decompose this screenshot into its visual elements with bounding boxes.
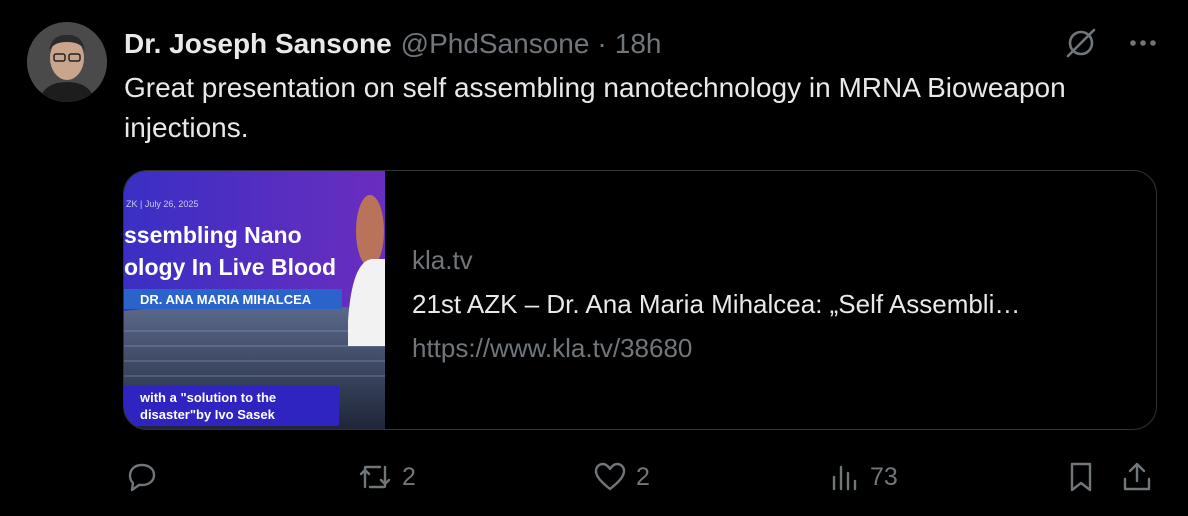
grok-icon[interactable] bbox=[1064, 26, 1098, 60]
thumb-date-line: ZK | July 26, 2025 bbox=[126, 199, 198, 209]
more-icon[interactable] bbox=[1128, 28, 1158, 58]
views-icon bbox=[828, 459, 862, 495]
like-count: 2 bbox=[636, 462, 650, 491]
thumb-title-line1: ssembling Nano bbox=[124, 222, 302, 248]
view-count: 73 bbox=[870, 462, 898, 491]
like-button[interactable]: 2 bbox=[592, 457, 650, 497]
views-button[interactable]: 73 bbox=[828, 457, 898, 497]
thumb-footer-line1: with a "solution to the bbox=[139, 390, 276, 405]
retweet-icon bbox=[356, 459, 394, 495]
card-info: kla.tv 21st AZK – Dr. Ana Maria Mihalcea… bbox=[385, 171, 1132, 429]
like-icon bbox=[592, 459, 628, 495]
bookmark-icon bbox=[1064, 459, 1098, 495]
action-bar: 2 2 73 bbox=[124, 457, 1158, 497]
thumb-title-line2: ology In Live Blood bbox=[124, 254, 336, 280]
author-avatar[interactable] bbox=[27, 22, 107, 102]
separator-dot: · bbox=[597, 28, 607, 59]
card-title[interactable]: 21st AZK – Dr. Ana Maria Mihalcea: „Self… bbox=[412, 287, 1132, 321]
card-url[interactable]: https://www.kla.tv/38680 bbox=[412, 331, 1132, 365]
tweet-header: Dr. Joseph Sansone @PhdSansone · 18h bbox=[124, 26, 661, 62]
share-button[interactable] bbox=[1120, 457, 1154, 497]
tweet-top-icons bbox=[1064, 26, 1158, 60]
thumb-presenter: DR. ANA MARIA MIHALCEA bbox=[140, 292, 312, 307]
retweet-button[interactable]: 2 bbox=[356, 457, 416, 497]
card-domain: kla.tv bbox=[412, 245, 473, 275]
link-card[interactable]: ZK | July 26, 2025 ssembling Nano ology … bbox=[123, 170, 1157, 430]
share-icon bbox=[1120, 459, 1154, 495]
reply-button[interactable] bbox=[124, 457, 168, 497]
tweet-time[interactable]: 18h bbox=[615, 28, 662, 60]
retweet-count: 2 bbox=[402, 462, 416, 491]
reply-icon bbox=[124, 459, 160, 495]
tweet-text: Great presentation on self assembling na… bbox=[124, 72, 1066, 143]
card-thumbnail: ZK | July 26, 2025 ssembling Nano ology … bbox=[124, 171, 385, 429]
author-handle[interactable]: @PhdSansone bbox=[401, 28, 590, 60]
avatar-photo bbox=[27, 22, 107, 102]
bookmark-button[interactable] bbox=[1064, 457, 1098, 497]
author-name[interactable]: Dr. Joseph Sansone bbox=[124, 28, 392, 60]
thumb-footer-line2: disaster"by Ivo Sasek bbox=[140, 407, 276, 422]
